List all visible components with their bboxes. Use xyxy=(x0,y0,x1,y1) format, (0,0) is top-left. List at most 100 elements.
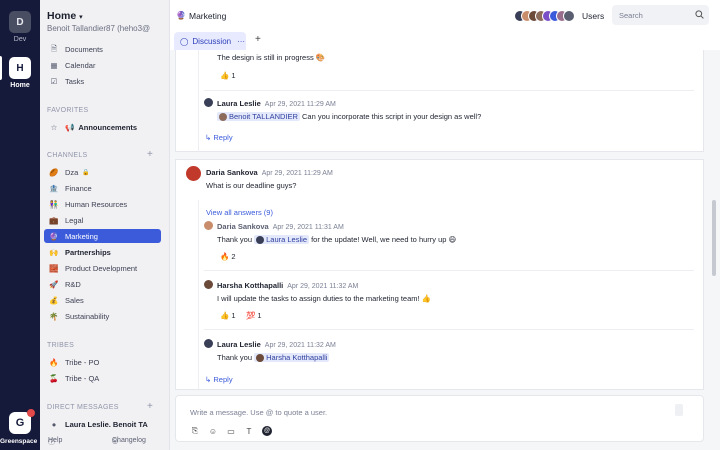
avatar xyxy=(563,10,575,22)
megaphone-icon: 📢 xyxy=(65,122,75,132)
reply-timestamp: Apr 29, 2021 11:32 AM xyxy=(264,342,336,349)
view-all-answers-link[interactable]: View all answers (9) xyxy=(206,208,273,217)
top-bar: 🔮 Marketing Users Search xyxy=(170,0,720,32)
workspace-home-button[interactable]: H xyxy=(9,57,31,79)
sidebar-footer: ⓘ Help ◎ Changelog xyxy=(40,427,169,450)
sidebar-item-product-development[interactable]: 🧱 Product Development xyxy=(44,261,161,275)
tab-discussion[interactable]: ◯ Discussion ··· xyxy=(174,32,246,50)
mention-icon[interactable]: @ xyxy=(262,426,272,436)
avatar xyxy=(204,98,213,107)
sidebar-item-rnd[interactable]: 🚀 R&D xyxy=(44,277,161,291)
user-mention[interactable]: Laura Leslie xyxy=(254,235,309,245)
sidebar-item-label: Calendar xyxy=(65,60,96,70)
message-author: Daria Sankova Apr 29, 2021 11:29 AM xyxy=(206,168,333,177)
sidebar-item-label: Tasks xyxy=(65,76,85,86)
sidebar-item-sustainability[interactable]: 🌴 Sustainability xyxy=(44,309,161,323)
message-timestamp: Apr 29, 2021 11:29 AM xyxy=(261,170,333,177)
message-composer[interactable]: Write a message. Use @ to quote a user. … xyxy=(175,395,704,442)
sidebar-item-human-resources[interactable]: 👫 Human Resources xyxy=(44,197,161,211)
sidebar-item-label: Sustainability xyxy=(65,311,110,321)
sidebar-item-label: Finance xyxy=(65,183,92,193)
send-button[interactable] xyxy=(675,404,683,416)
workspace-dev-button[interactable]: D xyxy=(9,11,31,33)
avatar xyxy=(186,166,201,181)
sidebar-item-label: Marketing xyxy=(65,231,98,241)
main-panel: 🔮 Marketing Users Search ◯ Discussion ··… xyxy=(170,0,720,450)
users-button[interactable]: Users xyxy=(582,11,604,21)
reply-button[interactable]: ↳ Reply xyxy=(205,133,233,142)
sidebar-item-legal[interactable]: 💼 Legal xyxy=(44,213,161,227)
direct-messages-header: DIRECT MESSAGES xyxy=(47,404,119,411)
search-input[interactable]: Search xyxy=(612,5,709,25)
sidebar-item-tasks[interactable]: ☑ Tasks xyxy=(44,74,161,88)
video-icon[interactable]: ▭ xyxy=(226,426,236,436)
current-user: Benoit Tallandier87 (heho3@ xyxy=(47,24,151,33)
avatar xyxy=(204,280,213,289)
reply-author: Laura Leslie Apr 29, 2021 11:32 AM xyxy=(217,340,336,349)
sidebar-item-label: Tribe - PO xyxy=(65,357,100,367)
reply-text: Thank you Harsha Kotthapalli xyxy=(217,353,330,363)
sidebar-item-sales[interactable]: 💰 Sales xyxy=(44,293,161,307)
reaction-thumbs-up[interactable]: 👍 1 xyxy=(220,71,236,80)
user-mention[interactable]: Harsha Kotthapalli xyxy=(254,353,330,363)
sidebar-item-tribe-po[interactable]: 🔥 Tribe - PO xyxy=(44,355,161,369)
sidebar-item-announcements[interactable]: ☆ 📢 Announcements xyxy=(44,120,161,134)
reply-timestamp: Apr 29, 2021 11:32 AM xyxy=(287,283,359,290)
documents-icon: 🗎 xyxy=(50,43,58,53)
add-dm-icon[interactable]: + xyxy=(147,401,153,412)
reaction-thumbs-up[interactable]: 👍 1 xyxy=(220,311,236,320)
avatar xyxy=(219,113,227,122)
search-placeholder: Search xyxy=(619,11,643,20)
workspace-dev-label: Dev xyxy=(13,36,27,43)
workspace-title[interactable]: Home ▾ xyxy=(47,10,83,22)
text-format-icon[interactable]: T xyxy=(244,426,254,436)
message-thread: Daria Sankova Apr 29, 2021 11:29 AM What … xyxy=(175,159,704,391)
scrollbar[interactable] xyxy=(712,200,716,276)
reaction-hundred[interactable]: 💯 1 xyxy=(246,311,262,320)
reaction-fire[interactable]: 🔥 2 xyxy=(220,252,236,261)
attachment-icon[interactable]: ⎘ xyxy=(190,426,200,436)
reply-timestamp: Apr 29, 2021 11:31 AM xyxy=(272,224,344,231)
reply-arrow-icon: ↳ xyxy=(205,375,212,384)
sidebar-item-tribe-qa[interactable]: 🍒 Tribe - QA xyxy=(44,371,161,385)
sidebar: Home ▾ Benoit Tallandier87 (heho3@ 🗎 Docu… xyxy=(40,0,170,450)
channel-title: Marketing xyxy=(189,11,227,21)
crystal-ball-icon: 🔮 xyxy=(176,11,186,20)
sidebar-item-dza[interactable]: 🏉 Dza 🔒 xyxy=(44,165,161,179)
tab-bar: ◯ Discussion ··· + xyxy=(170,32,720,50)
sidebar-item-label: Product Development xyxy=(65,263,138,273)
sidebar-item-label: R&D xyxy=(65,279,81,289)
reply-text: Thank you Laura Leslie for the update! W… xyxy=(217,235,457,245)
thread-line xyxy=(198,200,199,391)
divider xyxy=(204,270,694,271)
reply-timestamp: Apr 29, 2021 11:29 AM xyxy=(264,101,336,108)
composer-toolbar: ⎘ ☺ ▭ T @ xyxy=(190,425,272,437)
add-channel-icon[interactable]: + xyxy=(147,149,153,160)
sidebar-item-partnerships[interactable]: 🙌 Partnerships xyxy=(44,245,161,259)
rugby-icon: 🏉 xyxy=(49,167,59,177)
thread-line xyxy=(198,50,199,152)
bank-icon: 🏦 xyxy=(49,183,59,193)
bricks-icon: 🧱 xyxy=(49,263,59,273)
divider xyxy=(204,329,694,330)
chat-bubble-icon: ◯ xyxy=(180,36,189,46)
sidebar-item-marketing[interactable]: 🔮 Marketing xyxy=(44,229,161,243)
message-thread: The design is still in progress 🎨 👍 1 La… xyxy=(175,50,704,152)
sidebar-item-label: Human Resources xyxy=(65,199,128,209)
brand-label: Greenspace xyxy=(0,438,38,445)
tribes-header: TRIBES xyxy=(47,342,75,349)
tab-more-icon[interactable]: ··· xyxy=(237,37,245,46)
sidebar-item-finance[interactable]: 🏦 Finance xyxy=(44,181,161,195)
member-avatars[interactable] xyxy=(514,10,575,22)
message-text: The design is still in progress 🎨 xyxy=(217,53,326,62)
sidebar-item-label: Dza xyxy=(65,167,79,177)
reply-button[interactable]: ↳ Reply xyxy=(205,375,233,384)
sidebar-item-calendar[interactable]: ▦ Calendar xyxy=(44,58,161,72)
user-mention[interactable]: Benoit TALLANDIER xyxy=(217,112,300,122)
emoji-icon[interactable]: ☺ xyxy=(208,426,218,436)
reply-text: I will update the tasks to assign duties… xyxy=(217,294,432,303)
sidebar-item-documents[interactable]: 🗎 Documents xyxy=(44,42,161,56)
money-bag-icon: 💰 xyxy=(49,295,59,305)
add-tab-button[interactable]: + xyxy=(255,34,261,45)
reply-author: Daria Sankova Apr 29, 2021 11:31 AM xyxy=(217,222,344,231)
